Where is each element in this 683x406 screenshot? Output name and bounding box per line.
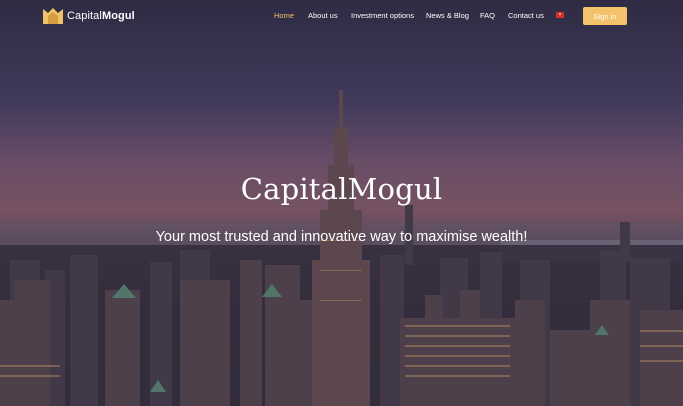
crown-logo-icon [43, 8, 63, 24]
nav-home[interactable]: Home [274, 11, 294, 20]
sign-in-button[interactable]: Sign in [583, 7, 627, 25]
brand-name: CapitalMogul [67, 9, 135, 22]
nav-investment-options[interactable]: Investment options [351, 11, 414, 20]
nav-about-us[interactable]: About us [308, 11, 338, 20]
brand-logo[interactable]: CapitalMogul [43, 7, 135, 24]
top-navigation: CapitalMogul Home About us Investment op… [0, 0, 683, 32]
hero-title: CapitalMogul [240, 172, 443, 206]
nav-contact-us[interactable]: Contact us [508, 11, 544, 20]
nav-faq[interactable]: FAQ [480, 11, 495, 20]
language-flag-icon[interactable] [556, 12, 564, 18]
hero-subtitle: Your most trusted and innovative way to … [155, 229, 528, 245]
nav-news-blog[interactable]: News & Blog [426, 11, 469, 20]
